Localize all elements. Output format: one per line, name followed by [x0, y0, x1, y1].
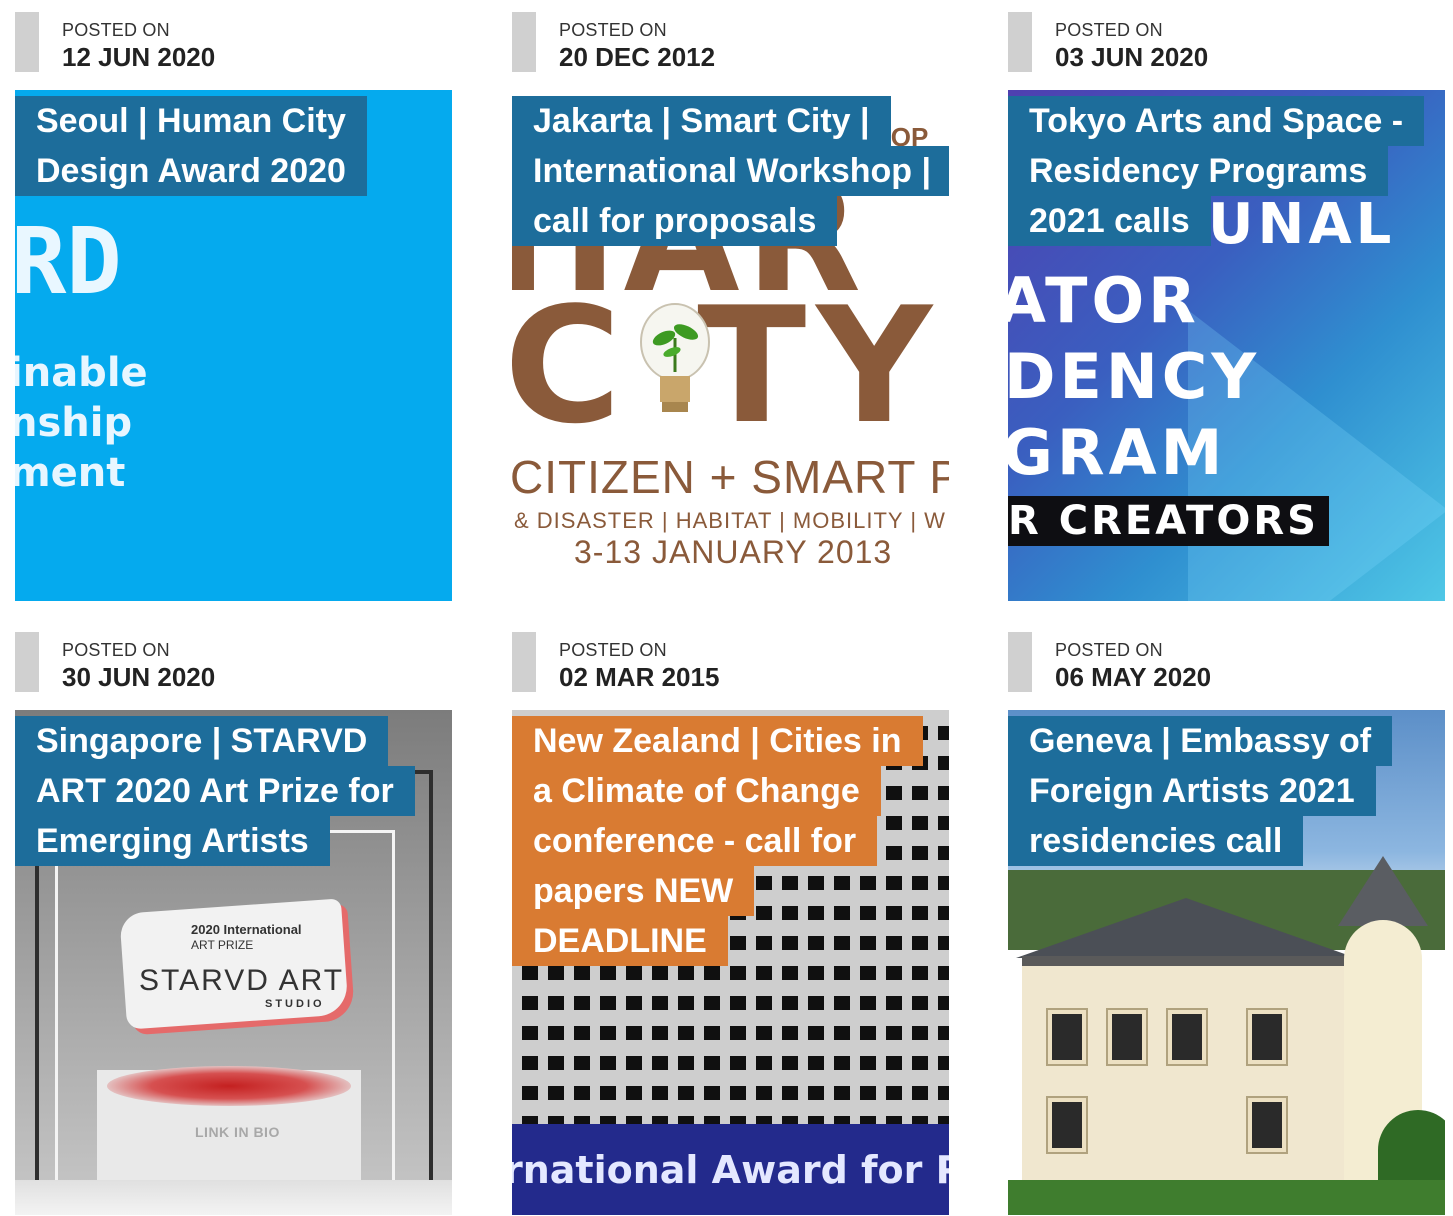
image-text: GRAM [1008, 416, 1227, 489]
post-thumbnail[interactable]: HOP HAR C TY CITIZEN + SMART PI & DISAST… [512, 90, 949, 601]
post-date: 30 JUN 2020 [62, 662, 216, 692]
meta-bar [512, 12, 536, 72]
post-date: 03 JUN 2020 [1055, 42, 1209, 72]
posted-on-label: POSTED ON [62, 20, 170, 40]
post-thumbnail[interactable]: Geneva | Embassy of Foreign Artists 2021… [1008, 710, 1445, 1215]
post-thumbnail[interactable]: RD inable nship ment Seoul | Human City … [15, 90, 452, 601]
post-title-link[interactable]: New Zealand | Cities in a Climate of Cha… [512, 716, 923, 966]
post-meta: POSTED ON 30 JUN 2020 [15, 632, 452, 710]
post-date: 02 MAR 2015 [559, 662, 720, 692]
posted-on-label: POSTED ON [62, 640, 170, 660]
posted-on-label: POSTED ON [559, 20, 667, 40]
post-thumbnail[interactable]: rnational Award for P New Zealand | Citi… [512, 710, 949, 1215]
post-meta: POSTED ON 02 MAR 2015 [512, 632, 949, 710]
pedestal-top [107, 1066, 351, 1106]
post-title-link[interactable]: Seoul | Human City Design Award 2020 [15, 96, 367, 196]
window [1246, 1008, 1288, 1066]
post-date: 20 DEC 2012 [559, 42, 716, 72]
tower-roof [1338, 856, 1428, 926]
post-title-link[interactable]: Singapore | STARVD ART 2020 Art Prize fo… [15, 716, 415, 866]
image-text: RD [15, 208, 122, 315]
posted-on-label: POSTED ON [559, 640, 667, 660]
meta-bar [512, 632, 536, 692]
post-card: POSTED ON 20 DEC 2012 HOP HAR C TY CITIZ… [512, 12, 949, 601]
post-meta: POSTED ON 06 MAY 2020 [1008, 632, 1445, 710]
image-text: ATOR [1008, 264, 1200, 337]
post-title-link[interactable]: Tokyo Arts and Space - Residency Program… [1008, 96, 1425, 246]
post-card: POSTED ON 30 JUN 2020 2020 International… [15, 632, 452, 1215]
image-text: rnational Award for P [512, 1148, 949, 1192]
window [1046, 1008, 1088, 1066]
post-title-link[interactable]: Geneva | Embassy of Foreign Artists 2021… [1008, 716, 1393, 866]
window [1246, 1096, 1288, 1154]
lawn [1008, 1180, 1445, 1215]
post-date: 06 MAY 2020 [1055, 662, 1212, 692]
post-card: POSTED ON 06 MAY 2020 Geneva | Embassy o… [1008, 632, 1445, 1215]
post-title-link[interactable]: Jakarta | Smart City | International Wor… [512, 96, 949, 246]
meta-bar [1008, 12, 1032, 72]
post-thumbnail[interactable]: UNAL ATOR DENCY GRAM R CREATORS Tokyo Ar… [1008, 90, 1445, 601]
image-text: ART PRIZE [191, 938, 254, 952]
posted-on-label: POSTED ON [1055, 640, 1163, 660]
post-meta: POSTED ON 03 JUN 2020 [1008, 12, 1445, 90]
window [1106, 1008, 1148, 1066]
post-date: 12 JUN 2020 [62, 42, 216, 72]
window [1166, 1008, 1208, 1066]
post-card: POSTED ON 02 MAR 2015 rnational Award fo… [512, 632, 949, 1215]
post-meta: POSTED ON 12 JUN 2020 [15, 12, 452, 90]
image-text: inable nship ment [15, 350, 148, 496]
meta-bar [1008, 632, 1032, 692]
post-meta: POSTED ON 20 DEC 2012 [512, 12, 949, 90]
floor [15, 1180, 452, 1215]
meta-bar [15, 632, 39, 692]
image-text: R CREATORS [1008, 496, 1329, 546]
image-text: STARVD ART [139, 964, 345, 997]
image-text: DENCY [1008, 340, 1261, 413]
house-roof [1016, 898, 1356, 958]
posted-on-label: POSTED ON [1055, 20, 1163, 40]
post-card: POSTED ON 03 JUN 2020 UNAL ATOR DENCY GR… [1008, 12, 1445, 601]
image-text: LINK IN BIO [195, 1124, 280, 1140]
lightbulb-icon [640, 303, 710, 412]
post-card: POSTED ON 12 JUN 2020 RD inable nship me… [15, 12, 452, 601]
image-text: STUDIO [265, 998, 325, 1010]
image-text: 2020 International [191, 922, 302, 937]
window [1046, 1096, 1088, 1154]
image-text: C TY [512, 272, 943, 459]
post-thumbnail[interactable]: 2020 International ART PRIZE STARVD ART … [15, 710, 452, 1215]
meta-bar [15, 12, 39, 72]
image-text: CITIZEN + SMART PI [512, 451, 949, 503]
image-text: & DISASTER | HABITAT | MOBILITY | W [514, 508, 946, 533]
image-text: 3-13 JANUARY 2013 [574, 534, 893, 570]
